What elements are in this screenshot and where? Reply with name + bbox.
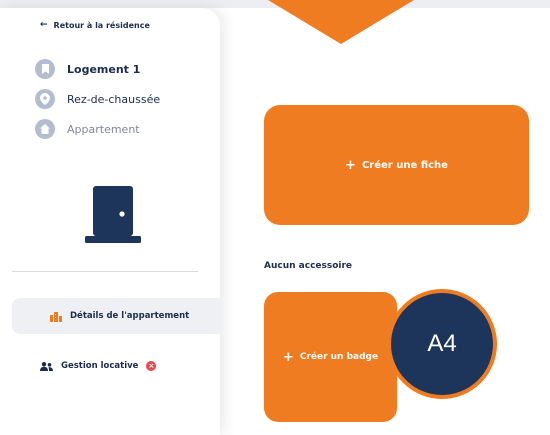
- info-row-type: Appartement: [35, 119, 140, 139]
- nav-gestion-label: Gestion locative: [61, 360, 139, 371]
- people-icon: [40, 356, 53, 375]
- plus-icon: +: [282, 349, 294, 365]
- alert-badge-icon: ×: [146, 360, 157, 371]
- logement-name: Logement 1: [67, 62, 141, 76]
- plus-icon: +: [345, 157, 356, 173]
- create-sheet-button[interactable]: + Créer une fiche: [264, 105, 529, 225]
- info-row-floor: Rez-de-chaussée: [35, 89, 160, 109]
- floor-text: Rez-de-chaussée: [67, 92, 161, 106]
- type-text: Appartement: [67, 122, 140, 136]
- top-indicator-triangle: [268, 0, 414, 44]
- accessories-heading: Aucun accessoire: [264, 261, 353, 271]
- create-sheet-label: Créer une fiche: [361, 159, 448, 171]
- nav-item-gestion-locative[interactable]: Gestion locative ×: [40, 356, 157, 375]
- sidebar-divider: [12, 271, 198, 272]
- door-icon: [85, 186, 141, 243]
- info-row-logement: Logement 1: [35, 59, 140, 79]
- create-badge-label: Créer un badge: [299, 352, 379, 362]
- back-to-residence-link[interactable]: ← Retour à la résidence: [40, 20, 150, 30]
- nav-item-details[interactable]: Détails de l'appartement: [12, 298, 220, 334]
- building-icon: [50, 307, 62, 326]
- sidebar: ← Retour à la résidence Logement 1 Rez-d…: [0, 8, 220, 435]
- home-icon: [35, 119, 55, 139]
- a4-marker: A4: [387, 289, 497, 399]
- nav-details-label: Détails de l'appartement: [70, 311, 190, 321]
- a4-marker-label: A4: [427, 330, 457, 357]
- back-link-label: Retour à la résidence: [53, 20, 150, 30]
- create-badge-button[interactable]: + Créer un badge: [264, 292, 397, 422]
- bookmark-icon: [35, 59, 55, 79]
- arrow-left-icon: ←: [40, 20, 48, 30]
- location-pin-icon: [35, 89, 55, 109]
